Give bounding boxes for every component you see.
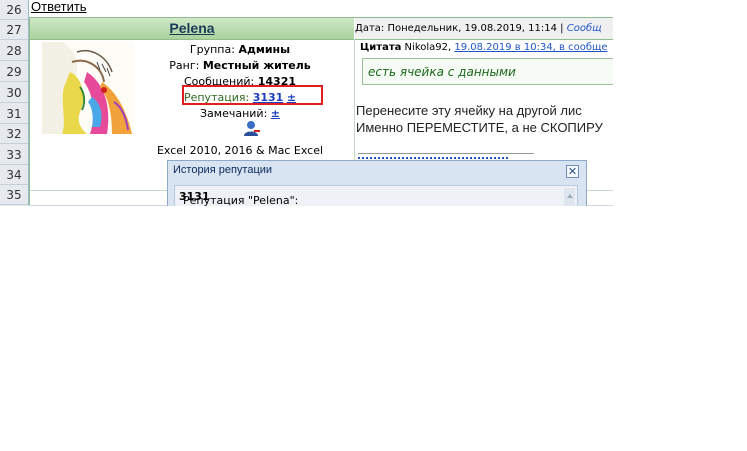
row-headers: 26 27 28 29 30 31 32 33 34 35 [0,0,29,206]
row-number[interactable]: 33 [0,145,28,165]
rank-label: Ранг: [169,59,203,72]
row-number[interactable]: 30 [0,83,28,103]
quote-author: Nikola92, [401,42,455,53]
post-date-bar: Дата: Понедельник, 19.08.2019, 11:14 | С… [355,18,613,40]
group-value: Админы [238,43,291,56]
post-body-line: Перенесите эту ячейку на другой лис [356,103,582,118]
popup-scrollbar[interactable] [564,188,575,206]
post-date: Дата: Понедельник, 19.08.2019, 11:14 | [355,23,567,34]
excel-versions: Excel 2010, 2016 & Mac Excel [156,144,324,157]
close-icon[interactable]: ✕ [566,165,579,178]
username-bar: Pelena [30,18,354,40]
popup-title: История репутации [173,164,273,176]
user-profile-icon[interactable] [243,120,261,136]
warnings-label: Замечаний: [199,107,271,120]
warnings-change-link[interactable]: ± [271,107,280,120]
post-divider [358,153,534,154]
quote-text: есть ячейка с данными [368,65,516,79]
post-body: Перенесите эту ячейку на другой лис Имен… [356,102,603,136]
quote-box: есть ячейка с данными [362,58,613,85]
rank-value: Местный житель [202,59,311,72]
post-body-line: Именно ПЕРЕМЕСТИТЕ, а не СКОПИРУ [356,120,603,135]
reputation-highlight-box [182,85,323,105]
row-number[interactable]: 35 [0,185,28,205]
group-label: Группа: [189,43,239,56]
quote-header: Цитата Nikola92, 19.08.2019 в 10:34, в с… [360,42,608,53]
row-number[interactable]: 28 [0,41,28,61]
avatar [42,42,134,134]
post-message-link[interactable]: Сообщ [567,23,602,34]
user-rank: Ранг: Местный житель [140,58,340,74]
row-number[interactable]: 34 [0,165,28,185]
popup-reputation-line: Репутация "Pelena": 3131 [179,190,298,206]
row-number[interactable]: 31 [0,104,28,124]
reputation-history-popup: История репутации ✕ Репутация "Pelena": 3… [167,160,587,206]
row-number[interactable]: 26 [0,0,28,20]
quote-label: Цитата [360,42,402,53]
user-warnings: Замечаний: ± [140,106,340,122]
user-group: Группа: Админы [140,42,340,58]
reply-link[interactable]: Ответить [31,0,87,14]
quote-source-link[interactable]: 19.08.2019 в 10:34, в сообще [454,42,607,53]
row-number[interactable]: 32 [0,124,28,144]
row-number[interactable]: 29 [0,62,28,82]
popup-reputation-label: Репутация "Pelena": [183,194,299,206]
popup-content: Репутация "Pelena": 3131 [174,185,578,206]
spreadsheet-area: 26 27 28 29 30 31 32 33 34 35 Ответить P… [0,0,613,206]
row-number[interactable]: 27 [0,20,28,40]
user-info: Группа: Админы Ранг: Местный житель Сооб… [140,42,340,122]
post-username[interactable]: Pelena [30,20,354,36]
